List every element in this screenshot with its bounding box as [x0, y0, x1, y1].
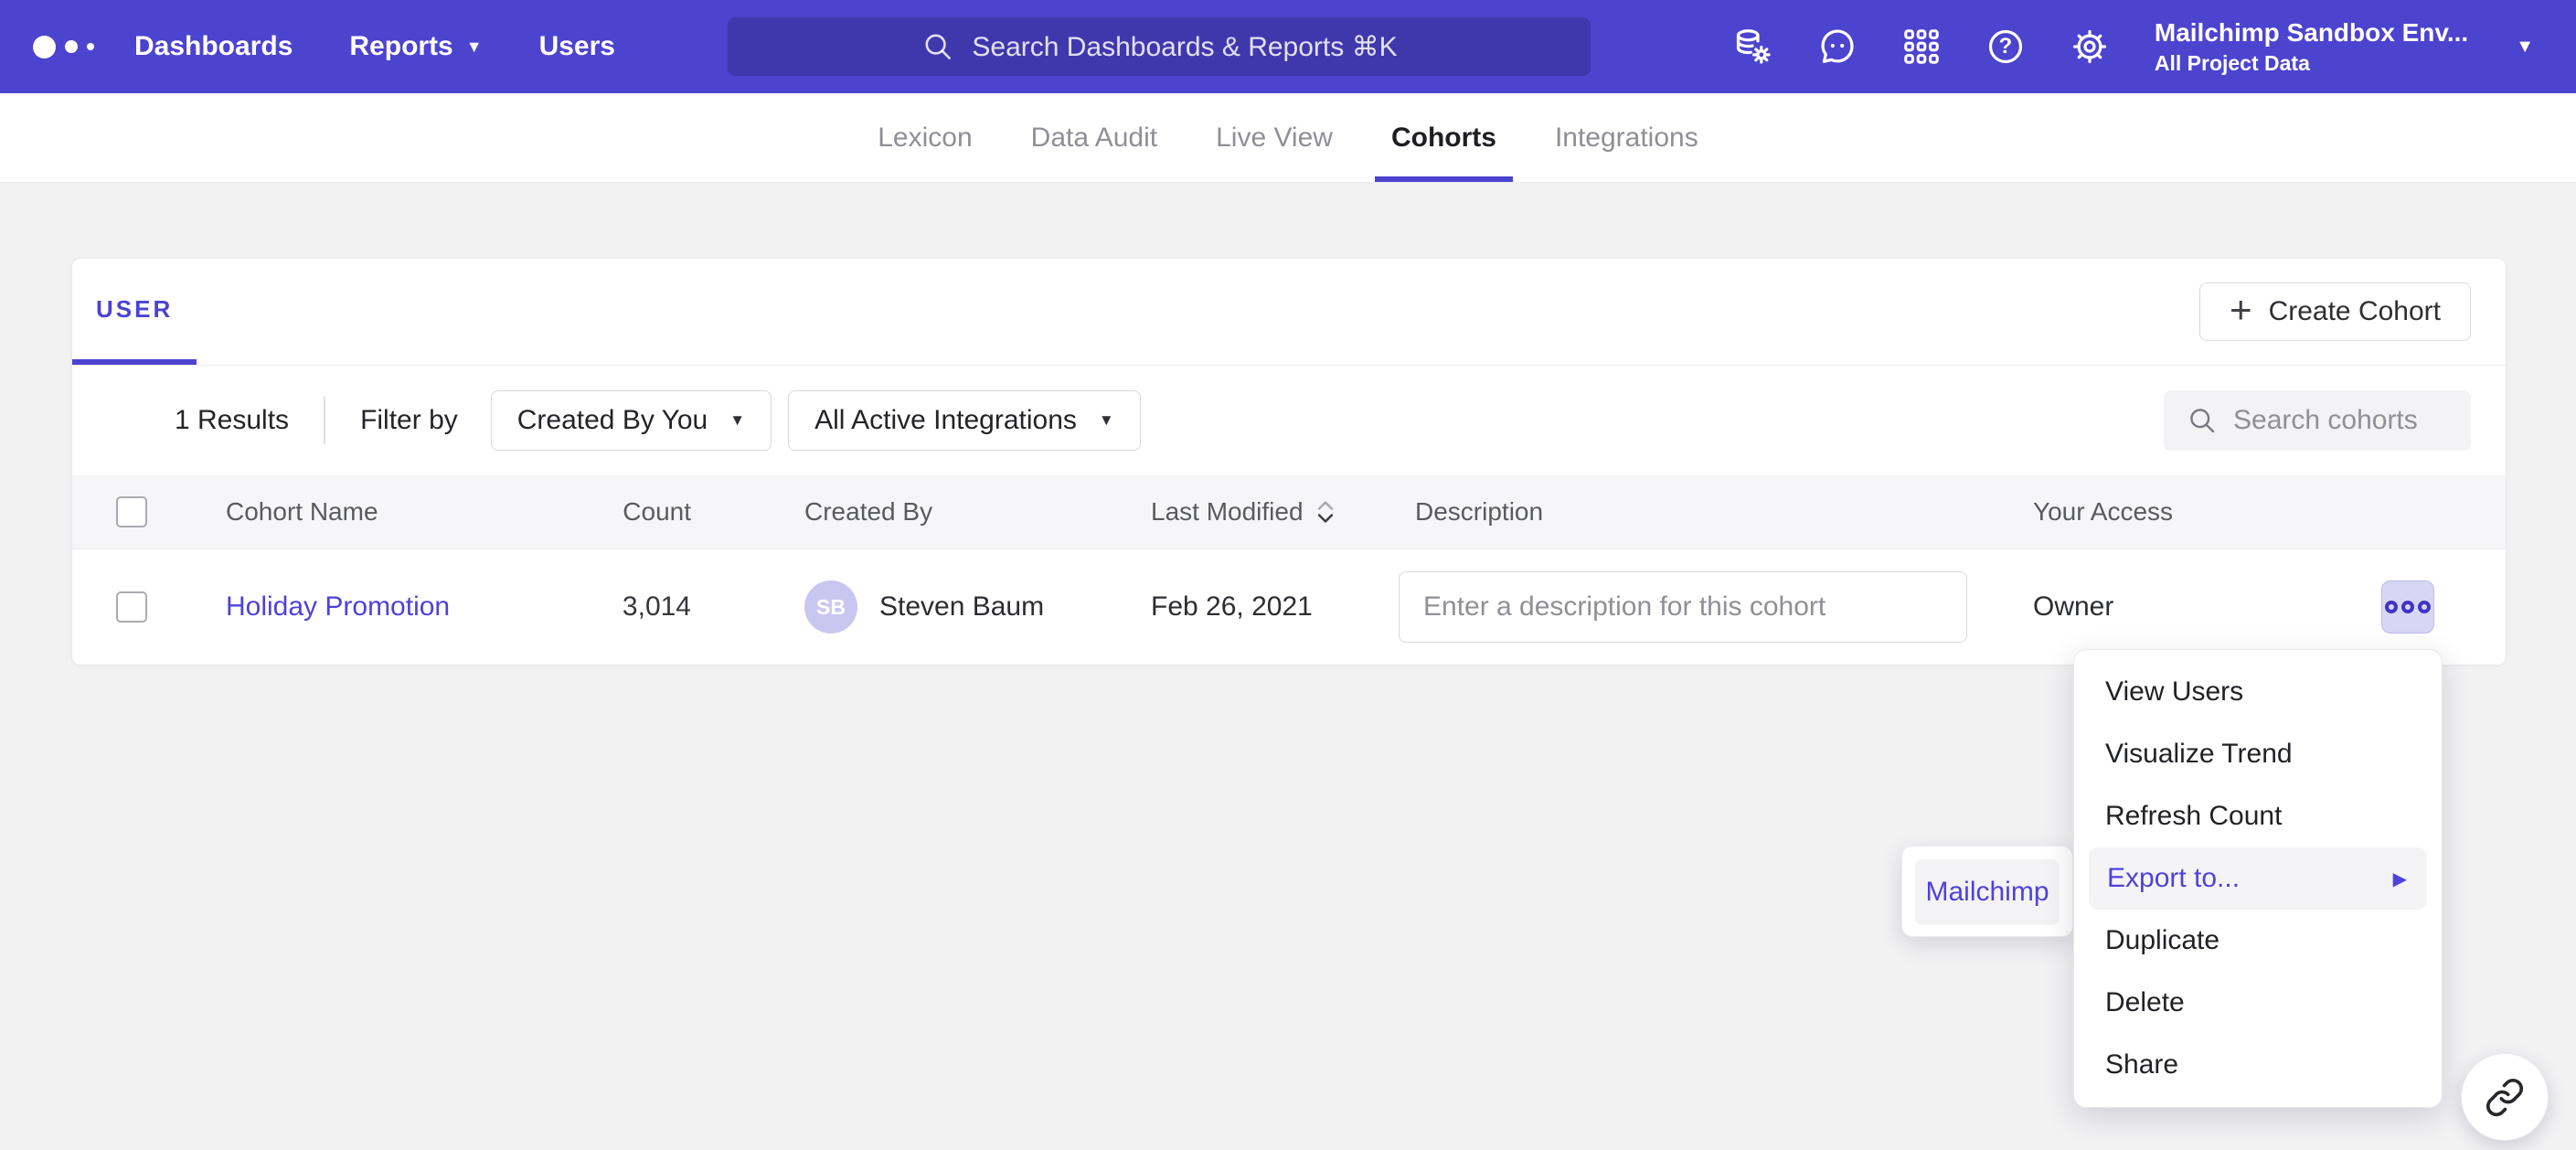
filter-by-label: Filter by: [360, 405, 458, 436]
tab-user-cohorts[interactable]: USER: [72, 259, 197, 365]
nav-item-label: Dashboards: [134, 31, 293, 62]
global-search-placeholder: Search Dashboards & Reports ⌘K: [972, 31, 1397, 63]
column-header-description: Description: [1399, 497, 2033, 527]
cohorts-toolbar: 1 Results Filter by Created By You ▼ All…: [72, 366, 2506, 475]
table-header-row: Cohort Name Count Created By Last Modifi…: [72, 475, 2506, 549]
row-checkbox[interactable]: [116, 591, 147, 623]
nav-item-reports[interactable]: Reports ▼: [349, 31, 482, 62]
cohorts-panel: USER + Create Cohort 1 Results Filter by…: [71, 258, 2507, 666]
menu-item-share[interactable]: Share: [2074, 1034, 2442, 1096]
select-all-cell: [72, 496, 226, 527]
project-chevron-down-icon[interactable]: ▼: [2516, 37, 2534, 58]
cohorts-page: Dashboards Reports ▼ Users Search Dashbo…: [0, 0, 2576, 1150]
description-cell: [1399, 571, 2033, 643]
menu-item-export-to[interactable]: Export to... ▶: [2089, 847, 2427, 910]
chevron-down-icon: ▼: [729, 411, 745, 430]
apps-grid-icon[interactable]: [1900, 26, 1943, 68]
divider: [324, 397, 325, 444]
dot-icon: [2385, 601, 2398, 613]
column-header-count: Count: [623, 497, 691, 527]
nav-item-label: Reports: [349, 31, 452, 62]
access-level: Owner: [2033, 591, 2381, 623]
project-selector[interactable]: Mailchimp Sandbox Env... All Project Dat…: [2155, 17, 2468, 76]
search-cohorts-box[interactable]: [2164, 390, 2471, 451]
created-by-filter-dropdown[interactable]: Created By You ▼: [491, 390, 772, 451]
more-options-button[interactable]: [2381, 580, 2434, 634]
panel-header: USER + Create Cohort: [72, 259, 2506, 366]
copy-link-button[interactable]: [2461, 1053, 2549, 1141]
help-icon[interactable]: ?: [1985, 26, 2027, 68]
chevron-down-icon: ▼: [1099, 411, 1114, 430]
last-modified-date: Feb 26, 2021: [1151, 591, 1399, 623]
menu-item-view-users[interactable]: View Users: [2074, 661, 2442, 723]
created-by-name: Steven Baum: [879, 591, 1044, 623]
menu-item-duplicate[interactable]: Duplicate: [2074, 910, 2442, 972]
nav-item-dashboards[interactable]: Dashboards: [134, 31, 293, 62]
feedback-icon[interactable]: [1816, 26, 1858, 68]
table-row: Holiday Promotion 3,014 SB Steven Baum F…: [72, 549, 2506, 665]
row-checkbox-cell: [72, 591, 226, 623]
create-cohort-button[interactable]: + Create Cohort: [2199, 282, 2471, 341]
mixpanel-logo-icon[interactable]: [33, 36, 94, 59]
nav-item-label: Users: [539, 31, 615, 62]
sort-arrows-icon: [1315, 498, 1336, 526]
top-nav-right: ? Mailchimp Sandbox Env... All Project D…: [1732, 0, 2576, 93]
menu-item-refresh-count[interactable]: Refresh Count: [2074, 785, 2442, 847]
search-icon: [2186, 404, 2219, 437]
chevron-down-icon: ▼: [466, 37, 483, 57]
link-icon: [2485, 1077, 2525, 1117]
column-header-your-access: Your Access: [2033, 497, 2381, 527]
search-cohorts-input[interactable]: [2233, 405, 2449, 436]
data-management-tabs: Lexicon Data Audit Live View Cohorts Int…: [0, 93, 2576, 183]
column-header-cohort-name: Cohort Name: [226, 497, 591, 527]
tab-integrations[interactable]: Integrations: [1538, 93, 1715, 182]
top-nav-links: Dashboards Reports ▼ Users: [134, 31, 615, 62]
select-all-checkbox[interactable]: [116, 496, 147, 527]
export-to-submenu: Mailchimp: [1901, 846, 2073, 937]
nav-item-users[interactable]: Users: [539, 31, 615, 62]
dot-icon: [2418, 601, 2431, 613]
menu-item-visualize-trend[interactable]: Visualize Trend: [2074, 723, 2442, 785]
create-cohort-label: Create Cohort: [2269, 296, 2441, 327]
plus-icon: +: [2230, 291, 2252, 329]
description-input[interactable]: [1399, 571, 1967, 643]
cohort-name-link[interactable]: Holiday Promotion: [226, 591, 591, 623]
tab-cohorts[interactable]: Cohorts: [1375, 93, 1513, 182]
menu-item-delete[interactable]: Delete: [2074, 972, 2442, 1034]
cohort-context-menu: View Users Visualize Trend Refresh Count…: [2073, 649, 2443, 1108]
top-nav-bar: Dashboards Reports ▼ Users Search Dashbo…: [0, 0, 2576, 93]
created-by-cell: SB Steven Baum: [691, 580, 1151, 634]
global-search-bar[interactable]: Search Dashboards & Reports ⌘K: [728, 17, 1591, 76]
results-count: 1 Results: [175, 405, 289, 436]
cohort-count: 3,014: [623, 591, 691, 623]
tab-live-view[interactable]: Live View: [1199, 93, 1349, 182]
dot-icon: [2401, 601, 2414, 613]
avatar: SB: [804, 580, 857, 634]
settings-gear-icon[interactable]: [2069, 26, 2111, 68]
tab-lexicon[interactable]: Lexicon: [861, 93, 988, 182]
tab-data-audit[interactable]: Data Audit: [1015, 93, 1174, 182]
submenu-arrow-icon: ▶: [2393, 868, 2407, 890]
integrations-filter-dropdown[interactable]: All Active Integrations ▼: [788, 390, 1141, 451]
row-actions-cell: [2381, 580, 2506, 634]
search-icon: [921, 29, 955, 64]
project-scope: All Project Data: [2155, 51, 2468, 77]
submenu-item-mailchimp[interactable]: Mailchimp: [1915, 859, 2060, 925]
data-definitions-icon[interactable]: [1732, 26, 1774, 68]
column-header-created-by: Created By: [691, 497, 1151, 527]
project-name: Mailchimp Sandbox Env...: [2155, 17, 2468, 48]
column-header-last-modified[interactable]: Last Modified: [1151, 497, 1399, 527]
